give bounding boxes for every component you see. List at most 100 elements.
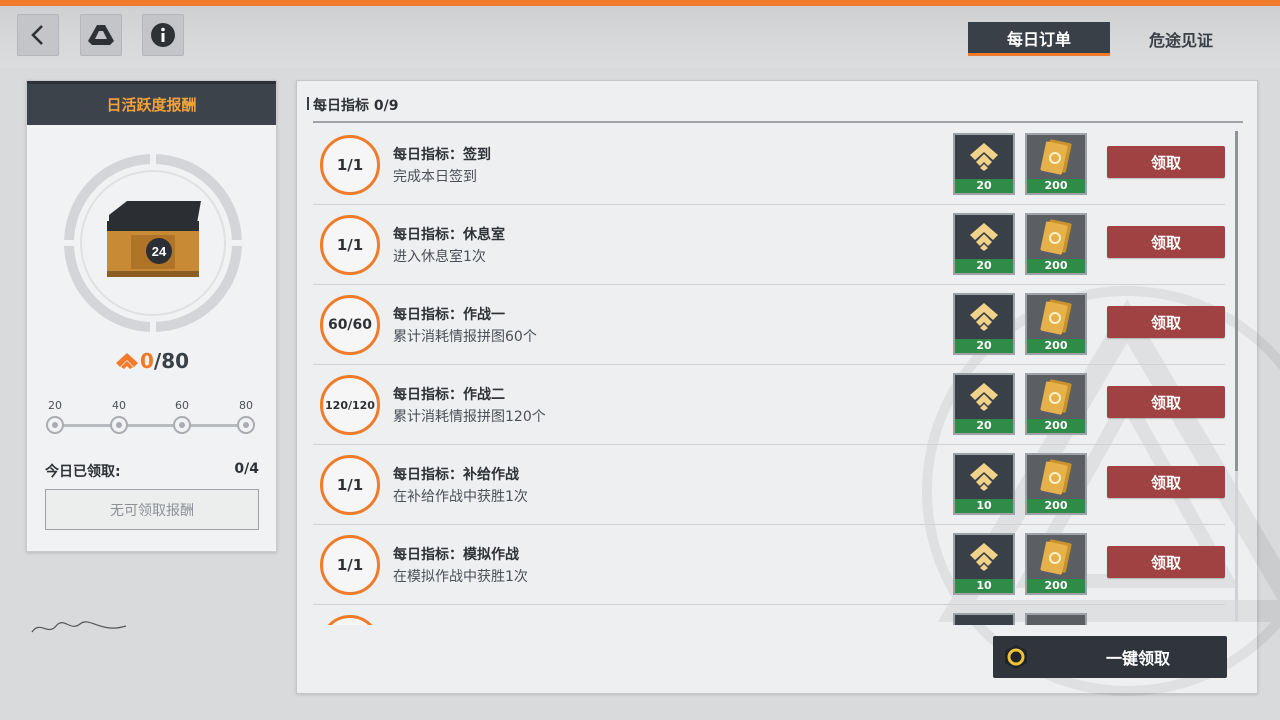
signature-scribble [30, 618, 130, 642]
reward-quantity: 10 [955, 579, 1013, 593]
reward-quantity: 10 [955, 499, 1013, 513]
task-description: 在补给作战中获胜1次 [393, 489, 528, 505]
home-button[interactable] [80, 14, 122, 56]
no-claimable-reward-button[interactable]: 无可领取报酬 [45, 489, 259, 530]
task-title: 每日指标：作战二 [393, 387, 505, 403]
tab-bar: 每日订单 危途见证 [968, 22, 1252, 56]
milestone-node[interactable] [173, 416, 191, 434]
reward-activity-item[interactable]: 20 [953, 133, 1015, 195]
claim-button[interactable]: 领取 [1107, 546, 1225, 578]
task-row: 1/1 每日指标：补给作战 在补给作战中获胜1次 10 200 领取 [313, 445, 1225, 525]
today-claimed-label: 今日已领取: [45, 464, 121, 480]
task-progress-badge: 1/1 [320, 215, 380, 275]
claim-button[interactable]: 领取 [1107, 386, 1225, 418]
task-row: 60/60 每日指标：作战一 累计消耗情报拼图60个 20 200 领取 [313, 285, 1225, 365]
reward-activity-item[interactable]: 20 [953, 293, 1015, 355]
milestone-node[interactable] [46, 416, 64, 434]
tab-danger-witness[interactable]: 危途见证 [1110, 22, 1252, 56]
reward-currency-item[interactable]: 200 [1025, 293, 1087, 355]
task-progress-badge: 1/1 [320, 535, 380, 595]
reward-quantity: 200 [1027, 419, 1085, 433]
reward-currency-item[interactable] [1025, 613, 1087, 625]
claim-button[interactable]: 领取 [1107, 306, 1225, 338]
reward-activity-item[interactable]: 10 [953, 453, 1015, 515]
reward-currency-item[interactable]: 200 [1025, 453, 1087, 515]
milestone-node[interactable] [237, 416, 255, 434]
reward-quantity: 200 [1027, 579, 1085, 593]
task-progress-badge: 1/1 [320, 455, 380, 515]
panel-title: 日活跃度报酬 [27, 81, 276, 125]
milestone-node[interactable] [110, 416, 128, 434]
activity-points-icon [970, 303, 998, 331]
gold-ticket-icon [1040, 459, 1072, 495]
task-row: 120/120 每日指标：作战二 累计消耗情报拼图120个 20 200 领取 [313, 365, 1225, 445]
milestone-label: 60 [175, 399, 189, 412]
daily-tasks-panel: 每日指标 0/9 1/1 每日指标：签到 完成本日签到 20 200 领取 1/… [296, 80, 1280, 696]
daily-indicator-header: 每日指标 0/9 [306, 95, 398, 115]
info-icon [151, 23, 175, 47]
reward-activity-item[interactable]: 10 [953, 533, 1015, 595]
task-description: 在模拟作战中获胜1次 [393, 569, 528, 585]
task-title: 每日指标：作战一 [393, 307, 505, 323]
claim-all-label: 一键领取 [1105, 649, 1170, 668]
reward-quantity: 20 [955, 179, 1013, 193]
reward-currency-item[interactable]: 200 [1025, 533, 1087, 595]
task-title: 每日指标：签到 [393, 147, 491, 163]
tab-daily-orders[interactable]: 每日订单 [968, 22, 1110, 56]
task-title: 每日指标：补给作战 [393, 467, 519, 483]
reward-quantity: 20 [955, 419, 1013, 433]
reward-quantity: 200 [1027, 259, 1085, 273]
today-claimed-row: 今日已领取: 0/4 [45, 461, 259, 481]
hexagon-icon [1005, 645, 1027, 669]
activity-points-icon [970, 543, 998, 571]
back-button[interactable] [17, 14, 59, 56]
activity-points-icon [970, 143, 998, 171]
task-description: 累计消耗情报拼图120个 [393, 409, 546, 425]
claim-button[interactable]: 领取 [1107, 146, 1225, 178]
reward-quantity: 200 [1027, 499, 1085, 513]
chevron-left-icon [31, 25, 43, 45]
task-description: 进入休息室1次 [393, 249, 486, 265]
reward-currency-item[interactable]: 200 [1025, 213, 1087, 275]
activity-progress: 0/80 [27, 349, 278, 373]
task-progress-badge: 60/60 [320, 295, 380, 355]
svg-text:24: 24 [152, 244, 167, 259]
info-button[interactable] [142, 14, 184, 56]
task-progress-badge [320, 615, 380, 625]
task-progress-badge: 120/120 [320, 375, 380, 435]
task-description: 累计消耗情报拼图60个 [393, 329, 537, 345]
task-row: 1/1 每日指标：签到 完成本日签到 20 200 领取 [313, 125, 1225, 205]
claim-all-button[interactable]: 一键领取 [993, 636, 1227, 678]
activity-points-icon [970, 383, 998, 411]
claim-button[interactable]: 领取 [1107, 466, 1225, 498]
task-progress-badge: 1/1 [320, 135, 380, 195]
activity-reward-panel: 日活跃度报酬 24 0/80 20 40 60 80 今日已领取: 0/4 无可… [26, 80, 277, 552]
activity-points-icon [970, 463, 998, 491]
gold-ticket-icon [1040, 379, 1072, 415]
reward-currency-item[interactable]: 200 [1025, 133, 1087, 195]
milestone-track [55, 424, 245, 427]
supply-chest-icon: 24 [107, 201, 201, 277]
gold-ticket-icon [1040, 219, 1072, 255]
task-row: 1/1 每日指标：模拟作战 在模拟作战中获胜1次 10 200 领取 [313, 525, 1225, 605]
gold-ticket-icon [1040, 299, 1072, 335]
milestone-label: 20 [48, 399, 62, 412]
reward-quantity: 20 [955, 259, 1013, 273]
reward-quantity: 20 [955, 339, 1013, 353]
reward-activity-item[interactable] [953, 613, 1015, 625]
gold-ticket-icon [1040, 139, 1072, 175]
reward-currency-item[interactable]: 200 [1025, 373, 1087, 435]
task-row-partial [313, 605, 1225, 625]
scrollbar-thumb[interactable] [1235, 131, 1238, 471]
gold-ticket-icon [1040, 539, 1072, 575]
milestone-label: 40 [112, 399, 126, 412]
progress-current: 0 [139, 349, 154, 373]
task-title: 每日指标：休息室 [393, 227, 505, 243]
reward-activity-item[interactable]: 20 [953, 213, 1015, 275]
triangle-drive-icon [88, 25, 114, 45]
reward-activity-item[interactable]: 20 [953, 373, 1015, 435]
claim-button[interactable]: 领取 [1107, 226, 1225, 258]
task-title: 每日指标：模拟作战 [393, 547, 519, 563]
header-divider [313, 121, 1243, 123]
today-claimed-value: 0/4 [234, 461, 259, 477]
